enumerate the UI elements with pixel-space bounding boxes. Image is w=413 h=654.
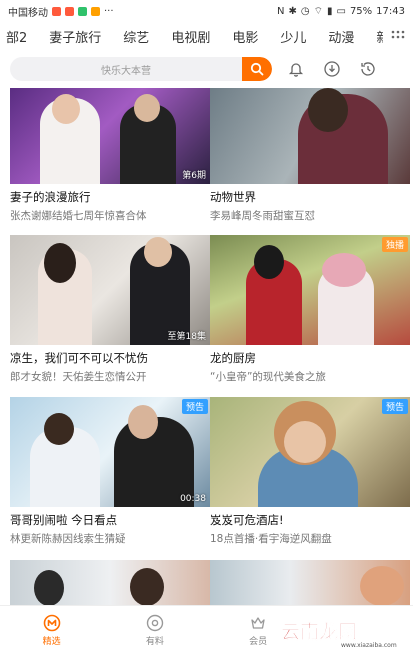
- preview-tag: 预告: [181, 399, 208, 414]
- nav-featured[interactable]: 精选: [0, 606, 103, 654]
- bluetooth-icon: ✱: [288, 5, 297, 17]
- tab-channel[interactable]: 妻子旅行: [38, 27, 112, 46]
- video-card[interactable]: 预告 岌岌可危酒店! 18点首播·看宇海逆风翻盘: [210, 397, 410, 546]
- notification-badge-icon: [91, 6, 100, 16]
- episode-label: 至第18集: [167, 332, 206, 342]
- duration-label: 00:38: [180, 494, 206, 504]
- video-thumbnail[interactable]: 独播: [210, 235, 410, 345]
- video-subtitle: 李易峰周冬雨甜蜜互怼: [210, 210, 315, 222]
- download-icon[interactable]: [320, 57, 344, 81]
- clock: 17:43: [376, 5, 405, 17]
- nav-discover[interactable]: 有料: [103, 606, 206, 654]
- nav-label: 精选: [42, 636, 61, 647]
- tab-channel[interactable]: 动漫: [317, 27, 365, 46]
- signal-icon: ▮: [326, 5, 333, 17]
- notification-badge-icon: [78, 6, 87, 16]
- search-box[interactable]: 快乐大本营: [10, 57, 272, 81]
- video-title: 哥哥别闹啦 今日看点: [10, 513, 118, 527]
- vip-icon: [249, 614, 267, 632]
- battery-icon: ▭: [336, 5, 346, 17]
- channel-tabs: 部2 妻子旅行 综艺 电视剧 电影 少儿 动漫 新闻: [0, 22, 413, 50]
- alarm-icon: ◷: [300, 5, 310, 17]
- search-row: 快乐大本营: [0, 50, 413, 88]
- carrier-label: 中国移动: [8, 7, 48, 19]
- episode-label: 第6期: [182, 171, 206, 181]
- status-left: 中国移动 ···: [8, 4, 114, 19]
- discover-icon: [146, 614, 164, 632]
- video-subtitle: 18点首播·看宇海逆风翻盘: [210, 533, 332, 545]
- video-title: 妻子的浪漫旅行: [10, 190, 91, 204]
- video-thumbnail[interactable]: [10, 560, 210, 606]
- video-card[interactable]: [10, 560, 210, 606]
- search-icon: [250, 62, 264, 76]
- tab-channel[interactable]: 电影: [221, 27, 269, 46]
- history-icon[interactable]: [356, 57, 380, 81]
- notification-bell-icon[interactable]: [284, 57, 308, 81]
- tab-channel[interactable]: 少儿: [269, 27, 317, 46]
- featured-icon: [43, 614, 61, 632]
- video-thumbnail[interactable]: [210, 88, 410, 184]
- video-subtitle: 林更新陈赫因线索生猜疑: [10, 533, 126, 545]
- preview-tag: 预告: [381, 399, 408, 414]
- status-right: N ✱ ◷ ⌔ ▮ ▭ 75% 17:43: [277, 5, 405, 18]
- nav-label: 有料: [145, 636, 164, 647]
- tab-channel[interactable]: 部2: [2, 27, 38, 46]
- video-subtitle: “小皇帝”的现代美食之旅: [210, 371, 326, 383]
- video-thumbnail[interactable]: [210, 560, 410, 606]
- video-thumbnail[interactable]: 至第18集: [10, 235, 210, 345]
- video-title: 凉生，我们可不可以不忧伤: [10, 351, 148, 365]
- video-title: 龙的厨房: [210, 351, 256, 365]
- video-thumbnail[interactable]: 预告 00:38: [10, 397, 210, 507]
- video-subtitle: 张杰谢娜结婚七周年惊喜合体: [10, 210, 147, 222]
- video-card[interactable]: [210, 560, 410, 606]
- battery-level: 75%: [349, 5, 373, 17]
- video-card[interactable]: 独播 龙的厨房 “小皇帝”的现代美食之旅: [210, 235, 410, 384]
- more-dots-icon: ···: [104, 5, 114, 17]
- nav-label: 会员: [249, 636, 268, 647]
- wifi-icon: ⌔: [313, 5, 323, 17]
- video-card[interactable]: 第6期 妻子的浪漫旅行 张杰谢娜结婚七周年惊喜合体: [10, 88, 210, 223]
- tab-channel[interactable]: 电视剧: [160, 27, 221, 46]
- notification-badge-icon: [52, 6, 61, 16]
- video-title: 动物世界: [210, 190, 256, 204]
- video-card[interactable]: 动物世界 李易峰周冬雨甜蜜互怼: [210, 88, 410, 223]
- video-subtitle: 郎才女貌！天佑姜生恋情公开: [10, 371, 147, 383]
- video-title: 岌岌可危酒店!: [210, 513, 284, 527]
- video-thumbnail[interactable]: 预告: [210, 397, 410, 507]
- tab-channel[interactable]: 综艺: [112, 27, 160, 46]
- nav-vip[interactable]: 会员: [207, 606, 310, 654]
- bottom-nav: 精选 有料 会员: [0, 605, 413, 654]
- video-thumbnail[interactable]: 第6期: [10, 88, 210, 184]
- notification-badge-icon: [65, 6, 74, 16]
- nfc-icon: N: [276, 5, 285, 17]
- status-bar: 中国移动 ··· N ✱ ◷ ⌔ ▮ ▭ 75% 17:43: [0, 0, 413, 22]
- channel-grid-icon[interactable]: [383, 22, 413, 50]
- exclusive-tag: 独播: [381, 237, 408, 252]
- search-input[interactable]: 快乐大本营: [10, 62, 242, 77]
- video-card[interactable]: 至第18集 凉生，我们可不可以不忧伤 郎才女貌！天佑姜生恋情公开: [10, 235, 210, 384]
- search-button[interactable]: [242, 57, 272, 81]
- video-card[interactable]: 预告 00:38 哥哥别闹啦 今日看点 林更新陈赫因线索生猜疑: [10, 397, 210, 546]
